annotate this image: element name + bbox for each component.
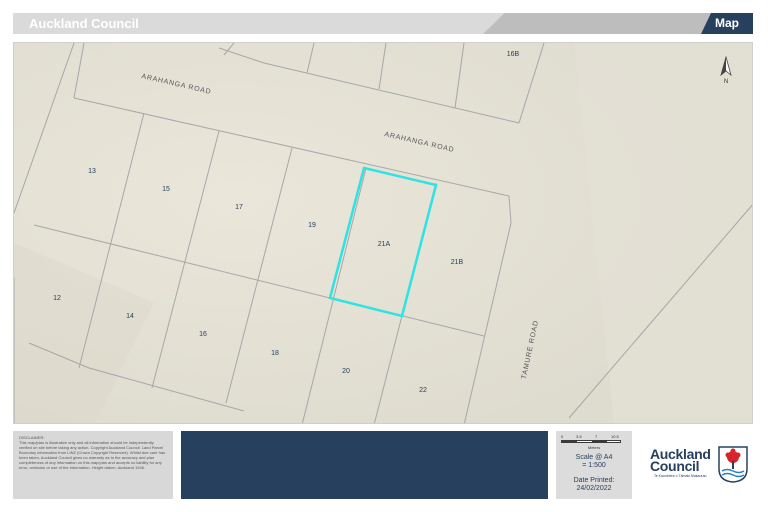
parcel-label: 16	[199, 331, 207, 338]
parcel-label: 12	[53, 295, 61, 302]
disclaimer-box: DISCLAIMER: This map/plan is illustrativ…	[13, 431, 173, 499]
disclaimer-text: This map/plan is illustrative only and a…	[19, 440, 166, 470]
map-tab-label: Map	[715, 16, 739, 30]
date-value: 24/02/2022	[576, 485, 612, 492]
scale-bar	[561, 440, 621, 443]
pohutukawa-emblem-icon	[718, 446, 748, 483]
scale-unit: Meters	[587, 445, 601, 450]
parcel-label: 13	[88, 168, 96, 175]
scale-tick: 0	[561, 434, 564, 439]
parcel-label: 19	[308, 222, 316, 229]
scale-value: = 1:500	[582, 462, 606, 469]
map-canvas[interactable]: ARAHANGA ROAD ARAHANGA ROAD TAMURE ROAD …	[13, 42, 753, 424]
parcel-label: 21A	[378, 241, 391, 248]
map-svg: ARAHANGA ROAD ARAHANGA ROAD TAMURE ROAD …	[14, 43, 752, 423]
parcel-label: 14	[126, 313, 134, 320]
header-title: Auckland Council	[29, 16, 139, 31]
parcel-label: 15	[162, 186, 170, 193]
parcel-label: 17	[235, 204, 243, 211]
date-block: Date Printed: 24/02/2022	[556, 477, 632, 493]
header-bar: Auckland Council Map	[13, 13, 753, 34]
scale-panel: 0 3.5 7 10.5 Meters Scale @ A4 = 1:500 D…	[556, 431, 632, 499]
footer-title-panel	[181, 431, 548, 499]
scale-text: Scale @ A4 = 1:500	[556, 454, 632, 470]
logo-wordmark: Auckland Council	[650, 447, 711, 473]
scale-tick: 10.5	[611, 434, 619, 439]
north-label: N	[724, 79, 728, 85]
parcel-label: 16B	[507, 51, 520, 58]
scale-tick: 7	[595, 434, 598, 439]
scale-label: Scale @ A4	[575, 454, 613, 461]
scale-tick: 3.5	[576, 434, 582, 439]
auckland-council-logo: Auckland Council Te Kaunihera o Tāmaki M…	[640, 431, 753, 499]
parcel-label: 21B	[451, 259, 464, 266]
logo-subtitle: Te Kaunihera o Tāmaki Makaurau	[654, 474, 707, 478]
parcel-label: 20	[342, 368, 350, 375]
date-label: Date Printed:	[573, 477, 615, 484]
parcel-label: 22	[419, 387, 427, 394]
parcel-label: 18	[271, 350, 279, 357]
